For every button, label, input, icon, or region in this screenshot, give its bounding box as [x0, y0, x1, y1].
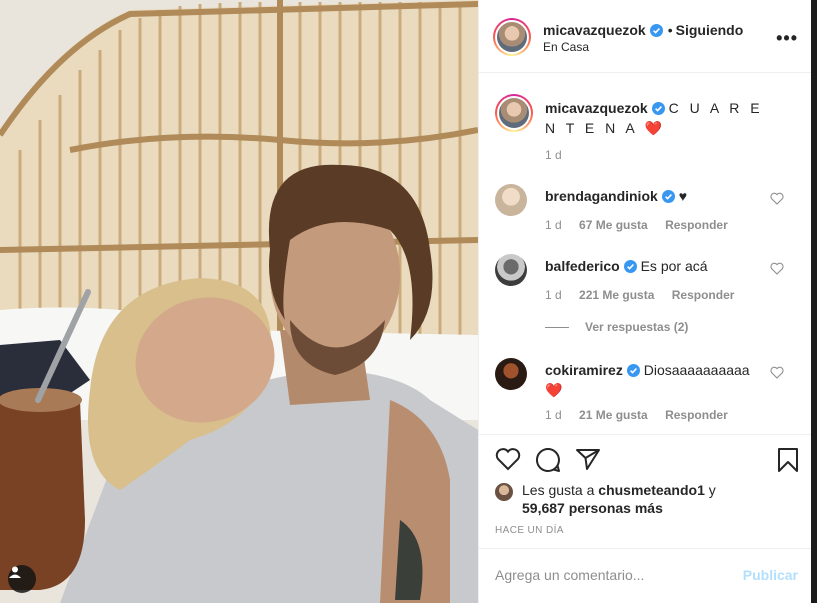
- likes-line-1: Les gusta a chusmeteando1 y: [495, 481, 800, 499]
- commenter-avatar[interactable]: [495, 254, 527, 286]
- separator-dot: •: [667, 22, 673, 38]
- comment-icon[interactable]: [535, 447, 561, 473]
- post-side-panel: micavazquezok • Siguiendo En Casa ••• mica…: [478, 0, 812, 603]
- avatar-image: [497, 22, 527, 52]
- caption-username[interactable]: micavazquezok: [545, 100, 648, 116]
- comment-text-block: cokiramirez Diosaaaaaaaaaa ❤️: [545, 360, 770, 400]
- verified-badge-icon: [623, 260, 637, 273]
- verified-badge-icon: [661, 190, 675, 203]
- author-line: micavazquezok • Siguiendo: [543, 22, 743, 38]
- commenter-username[interactable]: balfederico: [545, 258, 620, 274]
- post-comment-button[interactable]: Publicar: [743, 567, 798, 583]
- comment-input[interactable]: Agrega un comentario...: [495, 567, 644, 583]
- post-photo[interactable]: [0, 0, 478, 603]
- post-timestamp[interactable]: HACE UN DÍA: [495, 525, 564, 536]
- comment-time[interactable]: 1 d: [545, 288, 562, 302]
- comment-time[interactable]: 1 d: [545, 408, 562, 422]
- comments-list[interactable]: micavazquezok C U A R E N T E N A ❤️ 1 d…: [479, 74, 812, 434]
- add-comment-bar: Agrega un comentario... Publicar: [479, 548, 812, 603]
- view-replies-label: Ver respuestas (2): [585, 320, 689, 334]
- more-options-icon[interactable]: •••: [776, 28, 798, 49]
- comment-text: Es por acá: [640, 258, 708, 274]
- likes-conjunction: y: [708, 482, 716, 498]
- tagged-users-button[interactable]: [8, 565, 36, 593]
- caption-avatar[interactable]: [495, 94, 533, 132]
- save-bookmark-icon[interactable]: [777, 447, 799, 473]
- verified-badge-icon: [651, 102, 665, 115]
- comment-meta: 1 d 221 Me gusta Responder: [545, 288, 748, 302]
- comment-time[interactable]: 1 d: [545, 218, 562, 232]
- author-avatar[interactable]: [493, 18, 531, 56]
- share-icon[interactable]: [575, 447, 601, 471]
- view-replies-button[interactable]: Ver respuestas (2): [545, 320, 688, 334]
- verified-badge-icon: [649, 24, 663, 37]
- commenter-username[interactable]: brendagandiniok: [545, 188, 658, 204]
- author-username[interactable]: micavazquezok: [543, 22, 646, 38]
- replies-divider: [545, 327, 569, 329]
- comment-meta: 1 d 21 Me gusta Responder: [545, 408, 742, 422]
- comment-likes[interactable]: 21 Me gusta: [579, 408, 648, 422]
- like-comment-heart-icon[interactable]: [770, 366, 784, 379]
- reply-button[interactable]: Responder: [672, 288, 735, 302]
- post-header: micavazquezok • Siguiendo En Casa •••: [479, 0, 812, 73]
- post-actions: Les gusta a chusmeteando1 y 59,687 perso…: [479, 434, 812, 549]
- verified-badge-icon: [626, 364, 640, 377]
- window-edge: [811, 0, 817, 603]
- comment-likes[interactable]: 221 Me gusta: [579, 288, 654, 302]
- comment-text-block: balfederico Es por acá: [545, 256, 770, 276]
- commenter-avatar[interactable]: [495, 358, 527, 390]
- reply-button[interactable]: Responder: [665, 218, 728, 232]
- caption-time[interactable]: 1 d: [545, 148, 562, 162]
- like-comment-heart-icon[interactable]: [770, 262, 784, 275]
- likes-prefix: Les gusta a: [522, 482, 595, 498]
- photo-illustration: [0, 0, 478, 603]
- like-comment-heart-icon[interactable]: [770, 192, 784, 205]
- comment-likes[interactable]: 67 Me gusta: [579, 218, 648, 232]
- comment-meta: 1 d 67 Me gusta Responder: [545, 218, 742, 232]
- following-button[interactable]: Siguiendo: [676, 22, 744, 38]
- comment-text-block: brendagandiniok ♥: [545, 186, 770, 206]
- action-icons: [495, 447, 800, 475]
- avatar-image: [499, 98, 529, 128]
- commenter-avatar[interactable]: [495, 184, 527, 216]
- likes-others[interactable]: 59,687 personas más: [495, 499, 800, 517]
- liker-username[interactable]: chusmeteando1: [598, 482, 705, 498]
- caption-text-block: micavazquezok C U A R E N T E N A ❤️: [545, 98, 770, 138]
- commenter-username[interactable]: cokiramirez: [545, 362, 623, 378]
- post-location[interactable]: En Casa: [543, 40, 589, 54]
- likes-summary[interactable]: Les gusta a chusmeteando1 y 59,687 perso…: [495, 481, 800, 517]
- like-heart-icon[interactable]: [495, 447, 521, 471]
- caption-meta: 1 d: [545, 148, 576, 162]
- user-icon: [9, 566, 21, 578]
- liker-avatar[interactable]: [495, 483, 513, 501]
- comment-text: ♥: [678, 188, 687, 204]
- reply-button[interactable]: Responder: [665, 408, 728, 422]
